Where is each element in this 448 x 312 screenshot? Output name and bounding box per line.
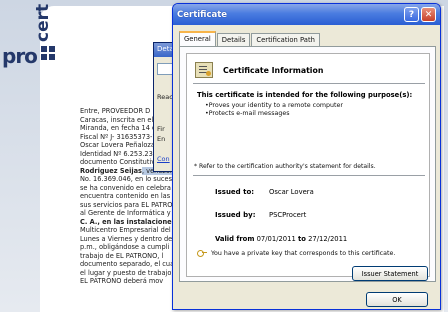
refer-note: * Refer to the certification authority's… <box>194 163 376 170</box>
key-icon <box>197 249 207 257</box>
purpose-list: •Proves your identity to a remote comput… <box>205 102 343 118</box>
validity-period: Valid from 07/01/2011 to 27/12/2011 <box>215 235 347 243</box>
logo-suffix: cert <box>33 3 53 42</box>
purpose-item: •Protects e-mail messages <box>205 110 290 117</box>
purpose-item: •Proves your identity to a remote comput… <box>205 102 343 109</box>
valid-to-date: 27/12/2011 <box>308 235 348 243</box>
private-key-row: You have a private key that corresponds … <box>197 249 395 257</box>
tab-general[interactable]: General <box>179 31 216 46</box>
logo-prefix: pro <box>2 44 38 68</box>
tab-strip: General Details Certification Path <box>179 31 321 46</box>
procert-logo: pro cert <box>2 3 62 76</box>
certificate-info-box: Certificate Information This certificate… <box>186 53 430 277</box>
close-button[interactable]: ✕ <box>421 7 436 22</box>
issued-by-value: PSCProcert <box>269 211 307 219</box>
divider <box>193 83 425 84</box>
private-key-note: You have a private key that corresponds … <box>211 249 396 257</box>
signature-dialog-label: Fir <box>157 125 165 133</box>
issuer-statement-button[interactable]: Issuer Statement <box>352 266 428 281</box>
tab-certification-path[interactable]: Certification Path <box>251 33 320 46</box>
purpose-heading: This certificate is intended for the fol… <box>197 91 413 99</box>
divider <box>193 175 425 176</box>
certificate-icon <box>195 62 213 78</box>
logo-grid-icon <box>41 46 55 60</box>
info-title: Certificate Information <box>223 65 324 75</box>
tab-details[interactable]: Details <box>216 33 251 46</box>
valid-from-label: Valid from <box>215 235 255 243</box>
issued-to-value: Oscar Lovera <box>269 188 314 196</box>
title-bar[interactable]: Certificate ? ✕ <box>173 4 440 25</box>
window-title: Certificate <box>177 9 228 20</box>
issued-to-label: Issued to: <box>215 188 255 196</box>
issued-by-label: Issued by: <box>215 211 256 219</box>
ok-button[interactable]: OK <box>366 292 428 307</box>
help-button[interactable]: ? <box>404 7 419 22</box>
general-tab-panel: Certificate Information This certificate… <box>179 46 436 282</box>
valid-to-label: to <box>297 235 306 243</box>
info-header: Certificate Information <box>195 62 323 78</box>
signature-dialog-label: Reac <box>157 93 173 101</box>
doc-bold-name: Rodriguez Seijas <box>80 166 142 175</box>
signature-dialog-link[interactable]: Con <box>157 155 170 163</box>
certificate-window: Certificate ? ✕ General Details Certific… <box>172 3 441 310</box>
valid-from-date: 07/01/2011 <box>256 235 296 243</box>
signature-dialog-label: En <box>157 135 166 143</box>
